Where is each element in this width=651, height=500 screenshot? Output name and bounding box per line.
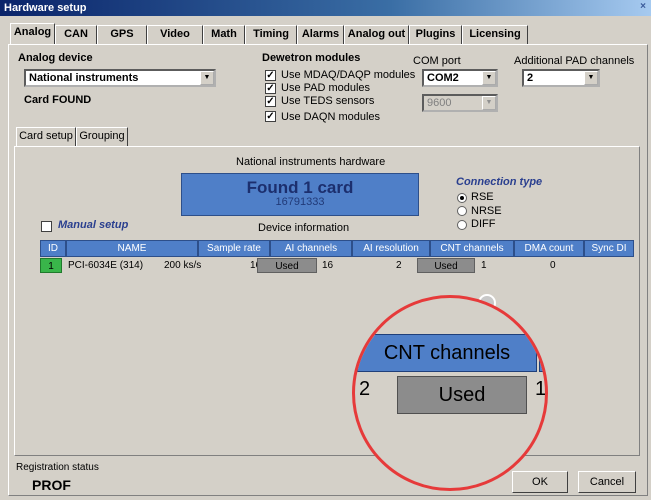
pad-channels-select[interactable]: 2 ▼ <box>522 69 600 87</box>
tab-gps[interactable]: GPS <box>97 25 147 44</box>
tab-plugins[interactable]: Plugins <box>409 25 462 44</box>
mag-cnt-value: 2 <box>359 378 371 400</box>
tab-analog-out[interactable]: Analog out <box>344 25 409 44</box>
teds-label: Use TEDS sensors <box>281 95 375 107</box>
col-name[interactable]: NAME <box>66 240 198 257</box>
nrse-radio[interactable] <box>457 206 467 216</box>
daqn-label: Use DAQN modules <box>281 111 381 123</box>
mdaq-label: Use MDAQ/DAQP modules <box>281 69 416 81</box>
row-sample-rate: 200 ks/s <box>164 260 202 271</box>
row-dma-count: 1 <box>481 260 487 271</box>
tab-card-setup[interactable]: Card setup <box>16 127 76 146</box>
tab-grouping[interactable]: Grouping <box>76 127 128 146</box>
baud-rate-select[interactable]: 9600 ▼ <box>422 94 498 112</box>
col-sample-rate[interactable]: Sample rate <box>198 240 270 257</box>
row-ai-used[interactable]: Used <box>257 258 317 273</box>
dewetron-modules-label: Dewetron modules <box>262 52 361 64</box>
tab-licensing[interactable]: Licensing <box>462 25 528 44</box>
registration-label: Registration status <box>16 462 99 473</box>
row-ai-resolution: 16 <box>322 260 334 271</box>
col-cnt-channels[interactable]: CNT channels <box>430 240 514 257</box>
chevron-down-icon[interactable]: ▼ <box>584 71 598 85</box>
analog-device-select[interactable]: National instruments ▼ <box>24 69 216 87</box>
analog-device-label: Analog device <box>18 52 93 64</box>
connection-type-label: Connection type <box>456 176 543 188</box>
window-title: Hardware setup <box>4 2 87 14</box>
mag-cnt-header: CNT channels <box>357 334 537 372</box>
mag-dma-value: 1 <box>535 378 547 400</box>
com-port-value: COM2 <box>427 72 459 84</box>
row-cnt-channels: 2 <box>396 260 402 271</box>
col-id[interactable]: ID <box>40 240 66 257</box>
chevron-down-icon[interactable]: ▼ <box>482 96 496 110</box>
baud-rate-value: 9600 <box>427 97 452 109</box>
zoom-magnifier: CNT channels 2 Used 1 <box>352 295 548 491</box>
mag-used-cell: Used <box>397 376 527 414</box>
analog-device-value: National instruments <box>29 72 139 84</box>
manual-setup-label: Manual setup <box>58 219 129 231</box>
ok-button[interactable]: OK <box>512 471 568 493</box>
pad-channels-label: Additional PAD channels <box>514 55 635 67</box>
manual-setup-checkbox[interactable] <box>41 221 52 232</box>
card-status: Card FOUND <box>24 94 92 106</box>
found-card-box: Found 1 card 16791333 <box>181 173 419 216</box>
found-card-title: Found 1 card <box>246 178 354 197</box>
chevron-down-icon[interactable]: ▼ <box>200 71 214 85</box>
close-icon[interactable]: × <box>637 1 649 13</box>
chevron-down-icon[interactable]: ▼ <box>482 71 496 85</box>
pad-label: Use PAD modules <box>281 82 371 94</box>
diff-radio[interactable] <box>457 220 467 230</box>
tab-timing[interactable]: Timing <box>245 25 297 44</box>
col-ai-resolution[interactable]: AI resolution <box>352 240 430 257</box>
hardware-setup-window: Hardware setup × Analog CAN GPS Video Ma… <box>0 0 651 500</box>
rse-label: RSE <box>471 191 494 203</box>
title-bar: Hardware setup × <box>0 0 651 16</box>
pad-channels-value: 2 <box>527 72 534 84</box>
registration-value: PROF <box>32 477 71 493</box>
tab-analog[interactable]: Analog <box>10 23 55 44</box>
nrse-label: NRSE <box>471 205 502 217</box>
com-port-label: COM port <box>413 55 461 67</box>
com-port-select[interactable]: COM2 ▼ <box>422 69 498 87</box>
tab-can[interactable]: CAN <box>55 25 97 44</box>
col-dma-count[interactable]: DMA count <box>514 240 584 257</box>
row-sync-di: 0 <box>550 260 556 271</box>
row-id[interactable]: 1 <box>40 258 62 273</box>
cancel-button[interactable]: Cancel <box>578 471 636 493</box>
col-sync-di[interactable]: Sync DI <box>584 240 634 257</box>
card-serial: 16791333 <box>275 196 325 208</box>
col-ai-channels[interactable]: AI channels <box>270 240 352 257</box>
tab-math[interactable]: Math <box>203 25 245 44</box>
teds-checkbox[interactable]: ✓ <box>265 96 276 107</box>
row-cnt-used[interactable]: Used <box>417 258 475 273</box>
mdaq-checkbox[interactable]: ✓ <box>265 70 276 81</box>
tab-video[interactable]: Video <box>147 25 203 44</box>
daqn-checkbox[interactable]: ✓ <box>265 111 276 122</box>
hardware-title: National instruments hardware <box>236 156 386 168</box>
device-info-label: Device information <box>258 222 350 234</box>
pad-checkbox[interactable]: ✓ <box>265 83 276 94</box>
rse-radio[interactable] <box>457 193 467 203</box>
diff-label: DIFF <box>471 218 496 230</box>
tab-alarms[interactable]: Alarms <box>297 25 344 44</box>
